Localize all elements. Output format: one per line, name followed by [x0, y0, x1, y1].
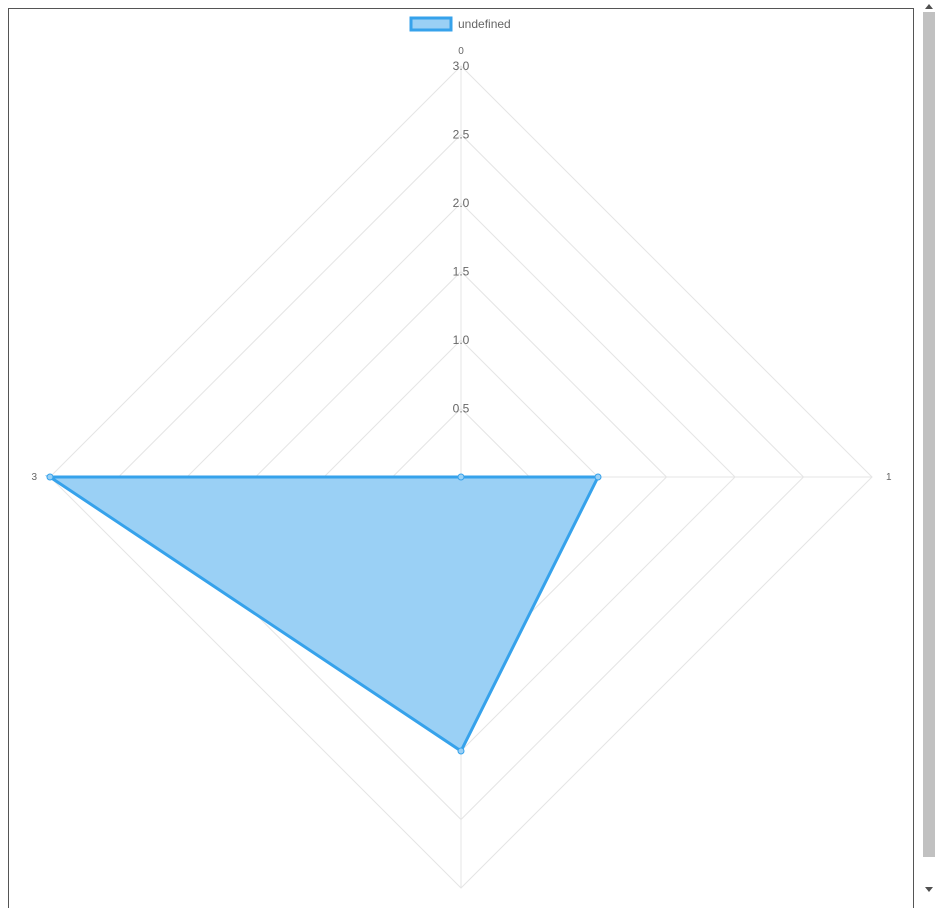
- series-area[interactable]: [45, 475, 601, 754]
- legend-swatch[interactable]: [409, 16, 453, 32]
- tick-label: 1.0: [453, 333, 470, 347]
- label-layer: 0.51.01.52.02.53.00123: [31, 46, 892, 483]
- legend-label[interactable]: undefined: [458, 17, 511, 31]
- radar-chart: 0.51.01.52.02.53.00123 undefined: [31, 16, 892, 889]
- data-point[interactable]: [457, 473, 465, 481]
- tick-label: 2.0: [453, 196, 470, 210]
- scroll-up-arrow-icon[interactable]: [921, 0, 937, 12]
- tick-label: 0.5: [453, 402, 470, 416]
- tick-label: 3.0: [453, 59, 470, 73]
- data-point[interactable]: [594, 473, 602, 481]
- tick-label: 1.5: [453, 265, 470, 279]
- vertical-scrollbar[interactable]: [921, 0, 937, 895]
- axis-point-label: 0: [458, 46, 464, 57]
- data-layer: [45, 473, 602, 755]
- axis-point-label: 1: [886, 472, 892, 483]
- tick-label: 2.5: [453, 128, 470, 142]
- scroll-thumb[interactable]: [923, 12, 935, 857]
- axis-point-label: 3: [31, 472, 37, 483]
- scroll-down-arrow-icon[interactable]: [921, 883, 937, 895]
- legend[interactable]: undefined: [409, 16, 511, 32]
- data-point[interactable]: [46, 473, 54, 481]
- data-point[interactable]: [457, 747, 465, 755]
